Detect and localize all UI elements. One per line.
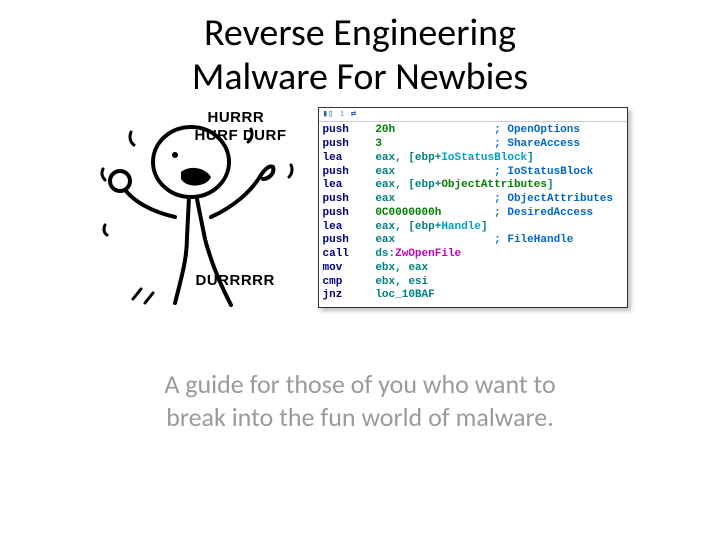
subtitle-line-1: A guide for those of you who want to	[50, 368, 670, 401]
asm-line: cmp ebx, esi	[323, 276, 623, 290]
slide-subtitle: A guide for those of you who want to bre…	[0, 368, 720, 433]
asm-line: push eax ; ObjectAttributes	[323, 193, 623, 207]
asm-line: lea eax, [ebp+Handle]	[323, 221, 623, 235]
asm-line: call ds:ZwOpenFile	[323, 248, 623, 262]
title-line-1: Reverse Engineering	[0, 12, 720, 56]
asm-line: push eax ; FileHandle	[323, 234, 623, 248]
asm-line: mov ebx, eax	[323, 262, 623, 276]
content-row: HURRR HURF DURF DURRRRR ▮▯ ↕ ⇄ push 20h …	[0, 107, 720, 308]
meme-text-2: HURF DURF	[195, 127, 287, 144]
asm-line: push eax ; IoStatusBlock	[323, 166, 623, 180]
meme-text-3: DURRRRR	[196, 272, 275, 289]
asm-line: lea eax, [ebp+ObjectAttributes]	[323, 179, 623, 193]
asm-line: push 0C0000000h ; DesiredAccess	[323, 207, 623, 221]
asm-line: jnz loc_10BAF	[323, 289, 623, 303]
title-line-2: Malware For Newbies	[0, 56, 720, 100]
meme-figure: HURRR HURF DURF DURRRRR	[93, 107, 308, 307]
toolbar-icon: ↕	[339, 109, 344, 120]
disassembly-toolbar: ▮▯ ↕ ⇄	[319, 108, 627, 122]
asm-line: push 20h ; OpenOptions	[323, 124, 623, 138]
toolbar-icon: ⇄	[351, 109, 356, 120]
asm-line: lea eax, [ebp+IoStatusBlock]	[323, 152, 623, 166]
disassembly-panel: ▮▯ ↕ ⇄ push 20h ; OpenOptionspush 3 ; Sh…	[318, 107, 628, 308]
toolbar-icon: ▮▯	[323, 109, 334, 120]
slide-title: Reverse Engineering Malware For Newbies	[0, 0, 720, 99]
disassembly-body: push 20h ; OpenOptionspush 3 ; ShareAcce…	[319, 122, 627, 307]
meme-text-1: HURRR	[208, 109, 265, 126]
asm-line: push 3 ; ShareAccess	[323, 138, 623, 152]
subtitle-line-2: break into the fun world of malware.	[50, 401, 670, 434]
